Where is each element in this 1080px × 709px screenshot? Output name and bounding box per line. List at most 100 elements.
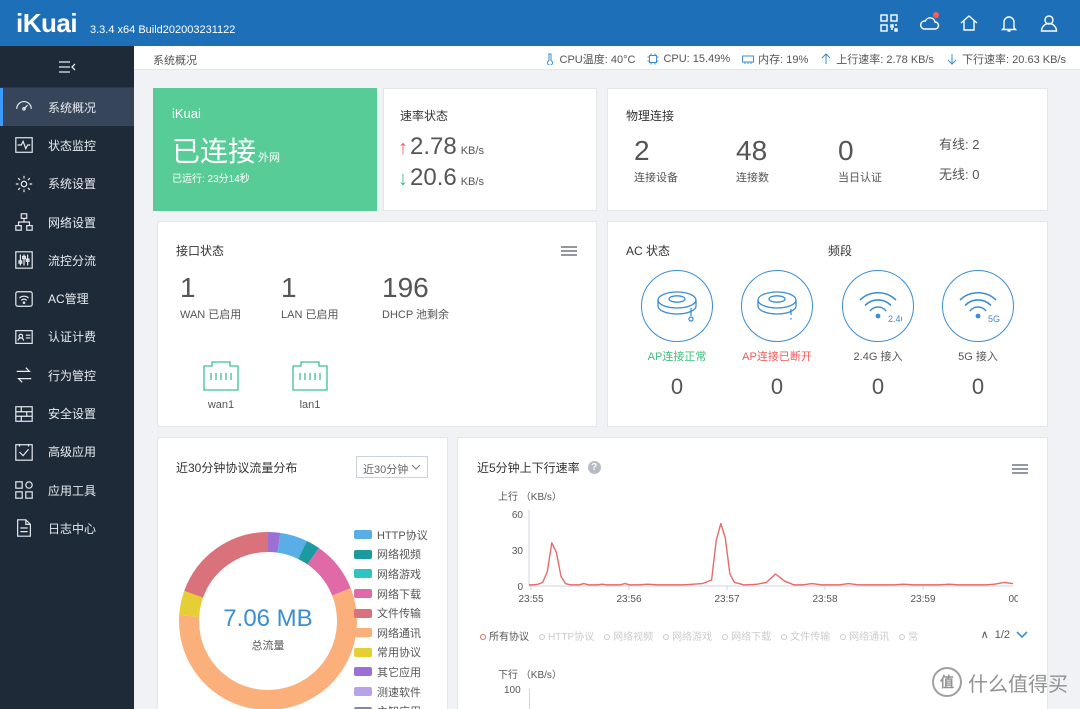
- sidebar-item-4[interactable]: 网络设置: [0, 203, 134, 241]
- sidebar-item-8[interactable]: 行为管控: [0, 356, 134, 394]
- sidebar-item-1[interactable]: 系统概况: [0, 88, 134, 127]
- network-icon: [14, 212, 34, 232]
- donut-slice-HTTP协议[interactable]: [277, 532, 307, 560]
- ap-offline[interactable]: AP连接已断开 0: [732, 270, 822, 400]
- x-tick-label: 00:00: [1008, 594, 1018, 605]
- legend-label: 其它应用: [377, 666, 421, 679]
- speed-legend-item[interactable]: 网络下载: [722, 628, 771, 643]
- speed-legend-item[interactable]: 网络视频: [604, 628, 653, 643]
- pager-text: 1/2: [994, 628, 1010, 641]
- sidebar-item-label: 高级应用: [48, 445, 97, 460]
- user-icon[interactable]: [1038, 12, 1060, 34]
- wan-stat: 1 WAN 已启用: [180, 272, 241, 322]
- legend-label: 网络通讯: [377, 627, 421, 640]
- legend-item[interactable]: 测速软件: [354, 682, 428, 702]
- total-traffic-label: 总流量: [252, 638, 285, 652]
- donut-slice-网络视频[interactable]: [297, 540, 319, 565]
- chevron-down-icon[interactable]: [1016, 630, 1028, 640]
- legend-item[interactable]: 常用协议: [354, 643, 428, 663]
- wan-value: 1: [180, 272, 196, 303]
- connection-brand: iKuai: [172, 106, 201, 121]
- legend-label: 测速软件: [377, 686, 421, 699]
- sidebar-nav: 系统概况状态监控 系统设置 网络设置流控分流 AC管理 认证计费行为管控安全设置高级应用…: [0, 88, 134, 548]
- legend-item[interactable]: HTTP协议: [354, 525, 428, 545]
- speed-legend-item[interactable]: 文件传输: [781, 628, 830, 643]
- brand-logo[interactable]: iKuai: [16, 8, 78, 39]
- legend-label: 文件传输: [377, 608, 421, 621]
- x-tick-label: 23:56: [616, 594, 641, 605]
- gear-icon: [14, 174, 34, 194]
- help-icon[interactable]: ?: [587, 461, 601, 474]
- legend-item[interactable]: 其它应用: [354, 662, 428, 682]
- band-5g-badge: 5G: [988, 314, 1000, 324]
- speed-menu-icon[interactable]: [1012, 464, 1028, 476]
- home-icon[interactable]: [958, 12, 980, 34]
- speed-legend-item[interactable]: 所有协议: [480, 628, 529, 643]
- donut-slice-常用协议[interactable]: [179, 590, 204, 617]
- donut-slice-其它应用[interactable]: [267, 532, 281, 553]
- legend-item[interactable]: 网络下载: [354, 584, 428, 604]
- sidebar-item-5[interactable]: 流控分流: [0, 241, 134, 279]
- sidebar-item-label: 行为管控: [48, 368, 97, 383]
- sidebar-item-11[interactable]: 应用工具: [0, 471, 134, 509]
- time-range-select[interactable]: 近30分钟: [356, 456, 428, 478]
- sidebar-item-label: 流控分流: [48, 253, 97, 268]
- ap-online[interactable]: AP连接正常 0: [632, 270, 722, 400]
- series-line-所有协议[interactable]: [529, 522, 1014, 586]
- speed-title-row: 近5分钟上下行速率 ?: [477, 459, 601, 476]
- sidebar-item-3[interactable]: 系统设置: [0, 165, 134, 203]
- sidebar-item-9[interactable]: 安全设置: [0, 394, 134, 432]
- sidebar-item-2[interactable]: 状态监控: [0, 126, 134, 164]
- port-lan1[interactable]: lan1: [291, 360, 329, 411]
- band-5g[interactable]: 5G 5G 接入 0: [933, 270, 1023, 400]
- legend-item[interactable]: 文件传输: [354, 603, 428, 623]
- check-icon: [14, 442, 34, 462]
- down-axis-top: 100: [504, 685, 521, 696]
- rate-card: 速率状态 ↑ 2.78 KB/s ↓ 20.6 KB/s: [383, 88, 597, 211]
- band-24g[interactable]: 2.4G 2.4G 接入 0: [833, 270, 923, 400]
- ap-online-value: 0: [670, 374, 684, 399]
- speed-legend-label: 网络游戏: [672, 632, 713, 643]
- up-arrow-icon: [821, 53, 831, 64]
- top-toolbar: [878, 12, 1060, 34]
- total-traffic-value: 7.06 MB: [223, 605, 312, 632]
- sidebar-item-10[interactable]: 高级应用: [0, 433, 134, 471]
- cpu-stat: CPU: 15.49%: [647, 53, 730, 65]
- dhcp-value: 196: [382, 272, 429, 303]
- legend-item[interactable]: 网络游戏: [354, 564, 428, 584]
- port-wan1[interactable]: wan1: [202, 360, 240, 411]
- sidebar-item-6[interactable]: AC管理: [0, 279, 134, 317]
- speed-legend-item[interactable]: 网络通讯: [840, 628, 889, 643]
- legend-item[interactable]: 网络视频: [354, 545, 428, 565]
- cloud-icon[interactable]: [918, 12, 940, 34]
- pager-up-icon[interactable]: ∧: [981, 628, 989, 641]
- protocol-legend: HTTP协议网络视频网络游戏网络下载文件传输网络通讯常用协议其它应用测速软件主知…: [354, 525, 428, 709]
- x-tick-label: 23:58: [812, 594, 837, 605]
- down-rate-value: 20.6: [410, 164, 457, 191]
- speed-legend-item[interactable]: 网络游戏: [663, 628, 712, 643]
- protocol-title: 近30分钟协议流量分布: [176, 461, 298, 475]
- speed-legend-item[interactable]: 常: [899, 628, 918, 643]
- collapse-menu-icon[interactable]: [0, 46, 134, 88]
- down-arrow-icon: [947, 54, 957, 65]
- ac-card: AC 状态 频段 AP连接正常 0 AP连接已断开 0 2.4G 2.4G 接入…: [607, 221, 1048, 427]
- speed-legend-item[interactable]: HTTP协议: [539, 628, 594, 643]
- chip-icon: [649, 55, 658, 63]
- breadcrumb: 系统概况: [153, 55, 197, 67]
- speed-title: 近5分钟上下行速率: [477, 461, 580, 475]
- interface-menu-icon[interactable]: [561, 246, 577, 258]
- band-title: 频段: [828, 244, 853, 258]
- sidebar-item-label: 系统概况: [48, 100, 97, 115]
- band-24g-badge: 2.4G: [888, 314, 902, 324]
- sidebar-item-12[interactable]: 日志中心: [0, 509, 134, 547]
- upload-stat: 上行速率: 2.78 KB/s: [820, 51, 934, 67]
- sidebar-item-7[interactable]: 认证计费: [0, 318, 134, 356]
- legend-item[interactable]: 网络通讯: [354, 623, 428, 643]
- donut-slice-网络下载[interactable]: [307, 548, 351, 596]
- apps-grid-icon[interactable]: [878, 12, 900, 34]
- donut-slice-文件传输[interactable]: [184, 532, 269, 598]
- legend-item[interactable]: 主知应用: [354, 701, 428, 709]
- bell-icon[interactable]: [998, 12, 1020, 34]
- legend-swatch: [354, 608, 372, 618]
- devices-label: 连接设备: [634, 172, 678, 184]
